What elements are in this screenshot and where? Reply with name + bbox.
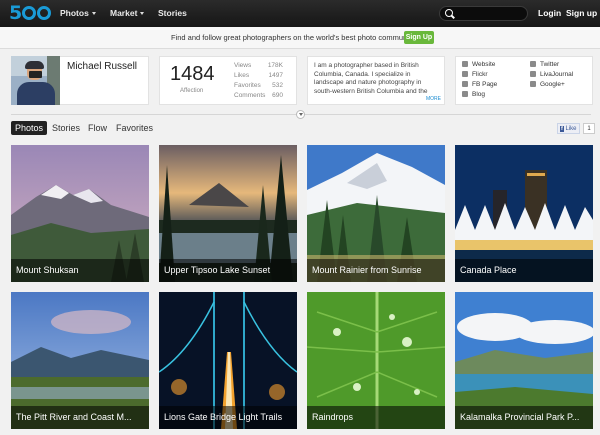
like-count: 1 — [583, 123, 595, 134]
pencil-icon — [462, 91, 468, 97]
link-fb-page[interactable]: FB Page — [462, 81, 497, 88]
login-link[interactable]: Login — [538, 8, 561, 18]
bio-more-link[interactable]: MORE — [426, 96, 441, 102]
promo-banner: Find and follow great photographers on t… — [0, 27, 600, 49]
search-input[interactable] — [456, 8, 526, 19]
stat-comments-value: 690 — [272, 92, 283, 99]
stat-favorites-value: 532 — [272, 82, 283, 89]
banner-text: Find and follow great photographers on t… — [171, 33, 417, 42]
photo-tile[interactable]: Upper Tipsoo Lake Sunset — [159, 145, 297, 282]
website-icon — [462, 61, 468, 67]
link-blog[interactable]: Blog — [462, 91, 485, 98]
tab-flow[interactable]: Flow — [84, 121, 111, 135]
tab-stories[interactable]: Stories — [48, 121, 84, 135]
flickr-icon — [462, 71, 468, 77]
search-box[interactable] — [439, 6, 528, 21]
affection-count: 1484 — [170, 63, 215, 85]
signup-link[interactable]: Sign up — [566, 8, 597, 18]
photo-tile[interactable]: Lions Gate Bridge Light Trails — [159, 292, 297, 429]
photo-tile[interactable]: Mount Shuksan — [11, 145, 149, 282]
stat-views-value: 178K — [267, 62, 283, 69]
facebook-icon: f — [560, 126, 564, 132]
photo-title: Upper Tipsoo Lake Sunset — [159, 259, 297, 282]
logo-digit: 5 — [9, 2, 22, 24]
photo-title: Raindrops — [307, 406, 445, 429]
photo-title: Mount Shuksan — [11, 259, 149, 282]
tab-photos[interactable]: Photos — [11, 121, 48, 135]
stat-likes-value: 1497 — [268, 72, 283, 79]
photo-title: Kalamalka Provincial Park P... — [455, 406, 593, 429]
twitter-icon — [530, 61, 536, 67]
link-google-plus[interactable]: Google+ — [530, 81, 565, 88]
banner-signup-button[interactable]: Sign Up — [404, 31, 434, 44]
profile-name[interactable]: Michael Russell — [67, 61, 137, 72]
photo-title: Lions Gate Bridge Light Trails — [159, 406, 297, 429]
facebook-like-button[interactable]: f Like — [557, 123, 580, 134]
search-icon — [445, 9, 453, 17]
nav-photos[interactable]: Photos — [60, 8, 96, 18]
chevron-down-icon — [91, 12, 96, 15]
photo-title: Canada Place — [455, 259, 593, 282]
collapse-toggle-icon[interactable] — [296, 110, 305, 119]
link-twitter[interactable]: Twitter — [530, 61, 559, 68]
top-navigation-bar: 5 Photos Market Stories Login Sign up — [0, 0, 600, 27]
facebook-icon — [462, 81, 468, 87]
profile-bio: I am a photographer based in British Col… — [314, 62, 428, 95]
livejournal-icon — [530, 71, 536, 77]
nav-market[interactable]: Market — [110, 8, 145, 18]
link-flickr[interactable]: Flickr — [462, 71, 488, 78]
stat-likes-label: Likes — [234, 72, 250, 79]
link-livejournal[interactable]: LivaJournal — [530, 71, 573, 78]
chevron-down-icon — [140, 12, 145, 15]
photo-tile[interactable]: Mount Rainier from Sunrise — [307, 145, 445, 282]
photo-tile[interactable]: Kalamalka Provincial Park P... — [455, 292, 593, 429]
photo-tile[interactable]: The Pitt River and Coast M... — [11, 292, 149, 429]
photo-tile[interactable]: Raindrops — [307, 292, 445, 429]
link-website[interactable]: Website — [462, 61, 495, 68]
tab-favorites[interactable]: Favorites — [112, 121, 157, 135]
avatar[interactable] — [11, 56, 60, 105]
photo-title: Mount Rainier from Sunrise — [307, 259, 445, 282]
photo-title: The Pitt River and Coast M... — [11, 406, 149, 429]
stat-views-label: Views — [234, 62, 252, 69]
500px-logo[interactable]: 5 — [9, 2, 52, 24]
photo-tile[interactable]: Canada Place — [455, 145, 593, 282]
google-plus-icon — [530, 81, 536, 87]
nav-stories[interactable]: Stories — [158, 8, 187, 18]
affection-label: Affection — [180, 88, 204, 94]
